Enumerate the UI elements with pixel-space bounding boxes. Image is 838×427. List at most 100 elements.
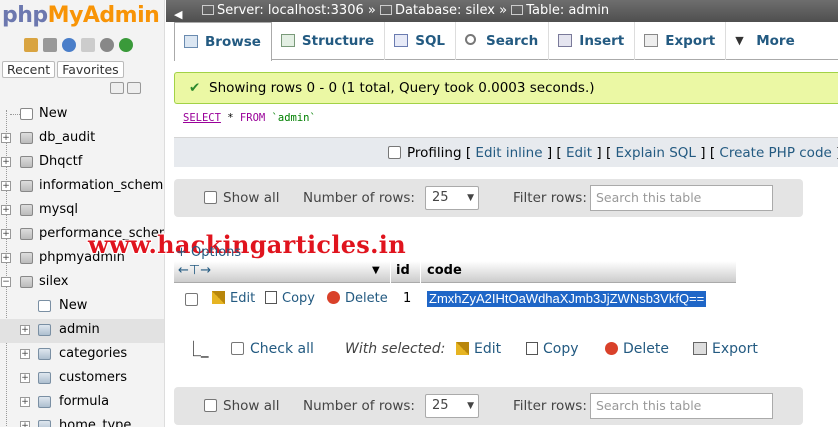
number-of-rows-select[interactable]: 25 ▼	[425, 186, 479, 210]
settings-gear-icon[interactable]	[100, 38, 114, 52]
recent-tab[interactable]: Recent	[2, 61, 56, 78]
column-visibility-dropdown-icon[interactable]: ▼	[372, 261, 380, 281]
sql-keyword-select[interactable]: SELECT	[183, 112, 221, 124]
logout-icon[interactable]	[43, 38, 57, 52]
with-selected-bar: ⎿_ Check all With selected: Edit Copy De…	[174, 334, 803, 364]
expand-icon[interactable]: +	[1, 229, 11, 239]
tab-insert[interactable]: Insert	[549, 22, 636, 60]
tree-item-db_audit[interactable]: + db_audit	[0, 127, 164, 151]
check-all-label[interactable]: Check all	[250, 341, 314, 357]
cell-code[interactable]: ZmxhZyA2IHtOaWdhaXJmb3JjZWNsb3VkfQ==	[427, 291, 707, 307]
expand-icon[interactable]: +	[1, 181, 11, 191]
sql-query: SELECT * FROM `admin`	[183, 112, 316, 124]
collapse-all-icon[interactable]	[110, 82, 124, 94]
success-check-icon: ✔	[189, 80, 201, 96]
expand-icon[interactable]: +	[20, 421, 30, 427]
chevron-down-icon: ▼	[467, 401, 474, 411]
query-options-bar: Profiling [ Edit inline ] [ Edit ] [ Exp…	[174, 137, 838, 167]
phpmyadmin-logo[interactable]: phpMyAdmin	[2, 3, 160, 28]
sidebar-quick-icons	[24, 38, 133, 52]
pencil-icon	[212, 291, 225, 304]
show-all-checkbox[interactable]	[204, 191, 217, 204]
structure-icon	[280, 34, 295, 47]
bulk-edit-button[interactable]: Edit	[456, 334, 501, 364]
expand-icon[interactable]: +	[20, 325, 30, 335]
check-all-checkbox[interactable]	[231, 342, 244, 355]
database-tree: New + db_audit + Dhqctf + information_schem…	[0, 103, 164, 427]
explain-sql-link[interactable]: Explain SQL	[616, 145, 696, 161]
row-copy-button[interactable]: Copy	[265, 286, 315, 312]
create-php-code-link[interactable]: Create PHP code	[719, 145, 831, 161]
filter-rows-input[interactable]: Search this table	[590, 185, 773, 211]
help-icon[interactable]	[62, 38, 76, 52]
column-header-id[interactable]: id	[396, 261, 410, 281]
docs-icon[interactable]	[81, 38, 95, 52]
column-resize-arrows-icon[interactable]: ←⊤→	[178, 261, 211, 281]
tree-item-table-categories[interactable]: + categories	[0, 343, 164, 367]
expand-icon[interactable]: +	[20, 397, 30, 407]
expand-icon[interactable]: +	[1, 253, 11, 263]
search-icon	[465, 34, 477, 45]
success-message: ✔ Showing rows 0 - 0 (1 total, Query took…	[174, 72, 838, 104]
number-of-rows-label-bottom: Number of rows:	[303, 398, 415, 414]
profiling-checkbox[interactable]	[388, 146, 401, 159]
row-delete-button[interactable]: Delete	[327, 286, 388, 312]
tree-item-table-customers[interactable]: + customers	[0, 367, 164, 391]
tab-more[interactable]: ▼ More	[726, 22, 805, 60]
expand-icon[interactable]: +	[1, 157, 11, 167]
chevron-down-icon: ▼	[467, 193, 474, 203]
expand-icon[interactable]: +	[1, 205, 11, 215]
check-all-arrow-icon: ⎿_	[186, 340, 209, 358]
breadcrumb-database[interactable]: Database: silex	[395, 3, 495, 18]
filter-rows-input-bottom[interactable]: Search this table	[590, 393, 773, 419]
breadcrumb-server[interactable]: Server: localhost:3306	[217, 3, 364, 18]
row-edit-button[interactable]: Edit	[212, 286, 255, 312]
expand-icon[interactable]: +	[20, 349, 30, 359]
edit-inline-link[interactable]: Edit inline	[475, 145, 542, 161]
link-with-main-icon[interactable]	[127, 82, 141, 94]
tab-export[interactable]: Export	[635, 22, 727, 60]
show-all-checkbox-bottom[interactable]	[204, 399, 217, 412]
home-icon[interactable]	[24, 38, 38, 52]
export-icon	[693, 342, 707, 355]
bulk-delete-button[interactable]: Delete	[605, 334, 669, 364]
server-icon	[202, 5, 214, 15]
with-selected-label: With selected:	[345, 341, 446, 357]
tree-item-table-home-type[interactable]: + home_type	[0, 415, 164, 427]
tree-item-mysql[interactable]: + mysql	[0, 199, 164, 223]
table-icon	[511, 5, 524, 15]
tab-sql[interactable]: SQL	[385, 22, 457, 60]
database-icon	[20, 180, 33, 192]
options-toggle[interactable]: + Options	[176, 245, 241, 260]
tab-search[interactable]: Search	[456, 22, 550, 60]
collapse-icon[interactable]: −	[1, 277, 11, 287]
bottom-navigation-bar: Show all Number of rows: 25 ▼ Filter rows…	[174, 387, 803, 425]
tree-item-table-admin[interactable]: + admin	[0, 319, 164, 343]
tree-item-silex-new[interactable]: New	[0, 295, 164, 319]
tree-item-dhqctf[interactable]: + Dhqctf	[0, 151, 164, 175]
table-icon	[38, 372, 51, 384]
new-db-icon	[20, 108, 33, 120]
bulk-export-button[interactable]: Export	[693, 334, 758, 364]
tab-browse[interactable]: Browse	[174, 22, 272, 61]
tree-item-silex[interactable]: − silex	[0, 271, 164, 295]
database-icon	[20, 228, 33, 240]
tree-item-table-formula[interactable]: + formula	[0, 391, 164, 415]
tab-structure[interactable]: Structure	[272, 22, 386, 60]
edit-query-link[interactable]: Edit	[566, 145, 592, 161]
filter-rows-label: Filter rows:	[513, 190, 587, 206]
table-icon	[38, 396, 51, 408]
breadcrumb-table[interactable]: Table: admin	[526, 3, 609, 18]
profiling-label: Profiling	[407, 145, 462, 161]
number-of-rows-select-bottom[interactable]: 25 ▼	[425, 394, 479, 418]
tree-item-new[interactable]: New	[0, 103, 164, 127]
column-header-code[interactable]: code	[427, 261, 462, 281]
reload-icon[interactable]	[119, 38, 133, 52]
favorites-tab[interactable]: Favorites	[57, 61, 124, 78]
tree-item-information-schema[interactable]: + information_schema	[0, 175, 164, 199]
row-checkbox[interactable]	[185, 293, 198, 306]
database-icon	[379, 5, 392, 15]
bulk-copy-button[interactable]: Copy	[526, 334, 579, 364]
expand-icon[interactable]: +	[20, 373, 30, 383]
expand-icon[interactable]: +	[1, 133, 11, 143]
